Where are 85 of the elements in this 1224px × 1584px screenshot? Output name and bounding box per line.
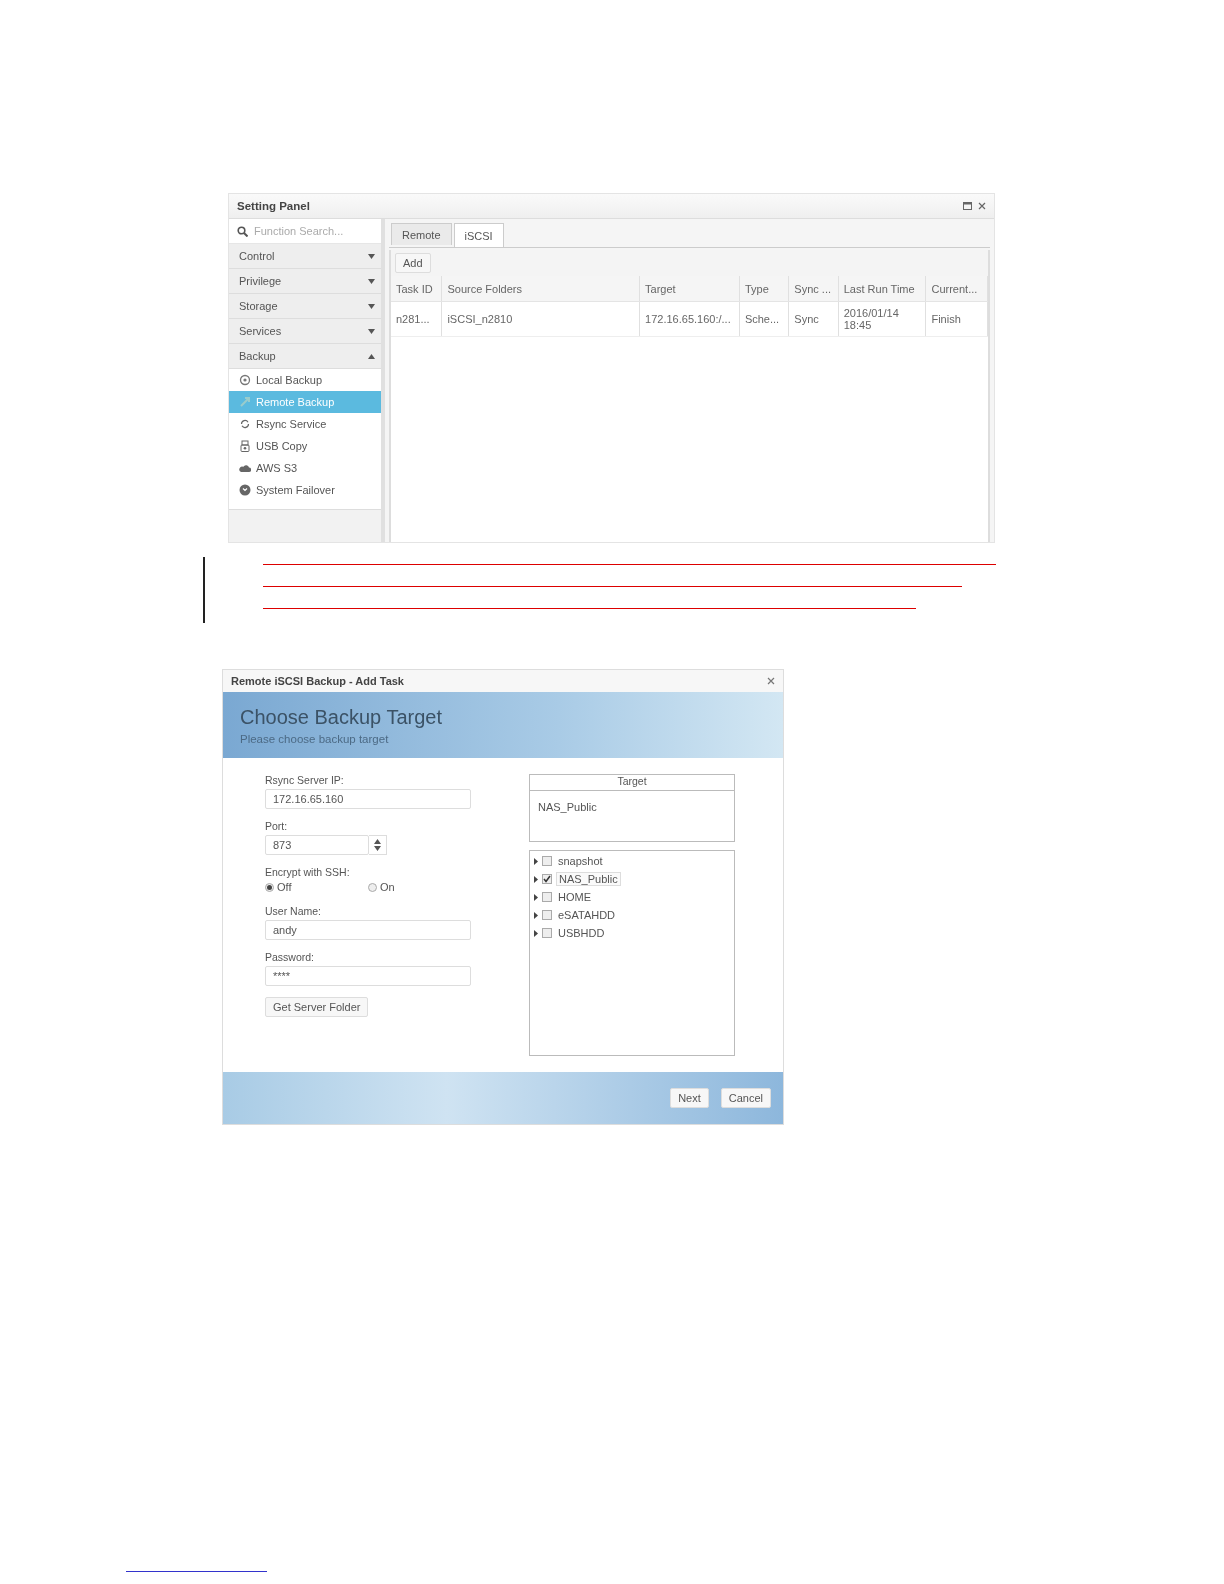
sidebar-category[interactable]: Services — [229, 319, 381, 344]
category-label: Storage — [239, 300, 278, 312]
table-cell: Sync — [788, 301, 839, 337]
field-label: Password: — [265, 951, 316, 963]
category-label: Backup — [239, 350, 276, 362]
expand-caret-icon — [368, 253, 375, 259]
spinner-control[interactable] — [369, 835, 387, 855]
field-label: Port: — [265, 820, 289, 832]
sync-icon — [239, 418, 251, 430]
checkmark-icon — [543, 875, 551, 883]
checkbox[interactable] — [542, 892, 552, 902]
dialog-button[interactable]: Next — [670, 1088, 709, 1108]
table-cell: 172.16.65.160:/... — [639, 301, 740, 337]
sidebar-category[interactable]: Storage — [229, 294, 381, 319]
category-label: Services — [239, 325, 282, 337]
radio-label: On — [380, 881, 395, 893]
usb-drive-icon — [239, 440, 251, 452]
password-field[interactable]: **** — [265, 966, 471, 986]
table-cell: iSCSI_n2810 — [441, 301, 640, 337]
category-label: Privilege — [239, 275, 282, 287]
radio-option[interactable]: On — [368, 881, 471, 893]
column-header[interactable]: Sync ... — [788, 276, 839, 302]
folder-label[interactable]: NAS_Public — [556, 872, 621, 886]
checkbox[interactable] — [542, 874, 552, 884]
column-header[interactable]: Type — [739, 276, 789, 302]
field-label: User Name: — [265, 905, 322, 917]
expand-arrow-icon[interactable] — [534, 911, 538, 919]
table-cell: Finish — [925, 301, 988, 337]
tab[interactable]: iSCSI — [453, 223, 504, 247]
collapse-caret-icon — [368, 353, 375, 359]
folder-label[interactable]: USBHDD — [556, 927, 607, 939]
radio-button[interactable] — [368, 882, 377, 892]
search-input[interactable]: Function Search... — [254, 225, 364, 237]
column-header[interactable]: Task ID — [391, 276, 442, 302]
table-cell: 2016/01/14 18:45 — [838, 301, 926, 337]
disc-icon — [239, 374, 251, 386]
username-field[interactable]: andy — [265, 920, 471, 940]
folder-label[interactable]: HOME — [556, 891, 593, 903]
expand-arrow-icon[interactable] — [534, 893, 538, 901]
column-header[interactable]: Source Folders — [441, 276, 640, 302]
close-icon[interactable] — [767, 677, 775, 685]
cloud-icon — [239, 462, 251, 474]
expand-arrow-icon[interactable] — [534, 929, 538, 937]
checkbox[interactable] — [542, 910, 552, 920]
checkbox[interactable] — [542, 928, 552, 938]
expand-arrow-icon[interactable] — [534, 875, 538, 883]
get-folder-button[interactable]: Get Server Folder — [265, 997, 369, 1017]
dialog-heading: Choose Backup Target — [240, 706, 443, 729]
arrow-icon — [239, 396, 251, 408]
window-title: Setting Panel — [237, 200, 310, 212]
column-header[interactable]: Last Run Time — [838, 276, 926, 302]
dialog-subheading: Please choose backup target — [240, 733, 390, 745]
search-field[interactable]: Function Search... — [229, 219, 381, 244]
expand-arrow-icon[interactable] — [534, 857, 538, 865]
radio-label: Off — [277, 881, 292, 893]
checkbox[interactable] — [542, 856, 552, 866]
target-value: NAS_Public — [537, 800, 598, 815]
expand-caret-icon — [368, 303, 375, 309]
port-field[interactable]: 873 — [265, 835, 369, 855]
radio-option[interactable]: Off — [265, 881, 368, 893]
expand-caret-icon — [368, 278, 375, 284]
sidebar-category[interactable]: Privilege — [229, 269, 381, 294]
ip-address-field[interactable]: 172.16.65.160 — [265, 789, 471, 809]
search-icon — [237, 225, 248, 237]
column-header[interactable]: Target — [639, 276, 740, 302]
spinner-arrows-icon — [374, 839, 381, 851]
dialog-title: Remote iSCSI Backup - Add Task — [231, 675, 404, 687]
field-label: Rsync Server IP: — [265, 774, 345, 786]
table-cell: n281... — [391, 301, 442, 337]
sidebar-category[interactable]: Backup — [229, 344, 381, 369]
folder-label[interactable]: snapshot — [556, 855, 605, 867]
category-label: Control — [239, 250, 275, 262]
field-label: Encrypt with SSH: — [265, 866, 351, 878]
target-header: Target — [530, 775, 734, 791]
expand-caret-icon — [368, 328, 375, 334]
sidebar-category[interactable]: Control — [229, 244, 381, 269]
maximize-icon[interactable] — [963, 202, 972, 210]
column-header[interactable]: Current... — [925, 276, 988, 302]
radio-button[interactable] — [265, 882, 274, 892]
tab[interactable]: Remote — [391, 223, 452, 245]
table-cell: Sche... — [739, 301, 789, 337]
dialog-button[interactable]: Cancel — [720, 1088, 771, 1108]
folder-label[interactable]: eSATAHDD — [556, 909, 618, 921]
add-button[interactable]: Add — [395, 253, 431, 273]
close-icon[interactable] — [978, 202, 986, 210]
